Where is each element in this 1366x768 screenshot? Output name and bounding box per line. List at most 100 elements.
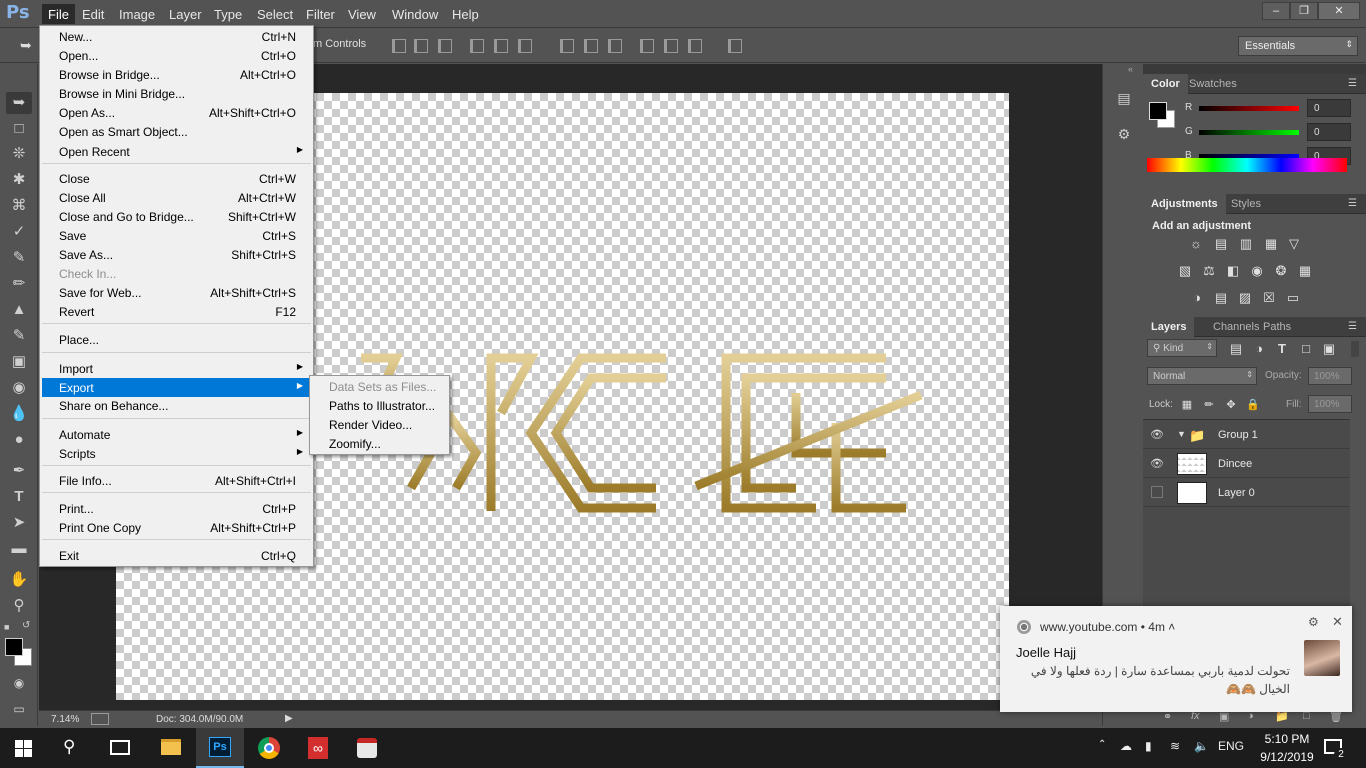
opacity-field[interactable]: 100% <box>1308 367 1352 385</box>
restore-button[interactable]: ❐ <box>1290 2 1318 20</box>
windows-start-icon[interactable] <box>15 740 33 758</box>
path-selection-tool-icon[interactable]: ➤ <box>6 512 32 534</box>
menu-view[interactable]: View <box>342 4 382 24</box>
task-view-icon[interactable] <box>110 740 130 755</box>
threshold-icon[interactable]: ▨ <box>1237 290 1253 306</box>
transform-controls-label[interactable]: m Controls <box>313 38 366 50</box>
menu-help[interactable]: Help <box>446 4 485 24</box>
filter-type-icon[interactable]: T <box>1274 341 1290 357</box>
zoom-tool-icon[interactable]: ⚲ <box>6 595 32 617</box>
distribute-bottom-icon[interactable] <box>608 39 622 53</box>
filter-shape-icon[interactable]: □ <box>1298 341 1314 357</box>
properties-panel-icon[interactable]: ⚙ <box>1115 126 1133 144</box>
layer-row[interactable]: 👁 ▼ 📁 Group 1 <box>1143 421 1350 449</box>
swap-colors-icon[interactable]: ↺ <box>22 620 30 631</box>
distribute-left-icon[interactable] <box>640 39 654 53</box>
distribute-vcenter-icon[interactable] <box>584 39 598 53</box>
visibility-toggle-empty[interactable] <box>1151 486 1163 498</box>
layer-row[interactable]: 👁 Dincee <box>1143 450 1350 478</box>
lock-position-icon[interactable]: ✥ <box>1223 397 1239 413</box>
search-icon[interactable]: ⚲ <box>63 737 75 757</box>
history-brush-tool-icon[interactable]: ✎ <box>6 325 32 347</box>
tab-swatches[interactable]: Swatches <box>1181 74 1245 94</box>
gradient-map-icon[interactable]: ▭ <box>1285 290 1301 306</box>
tab-paths[interactable]: Paths <box>1255 317 1299 337</box>
shape-tool-icon[interactable]: ▬ <box>6 538 32 560</box>
menu-image[interactable]: Image <box>113 4 161 24</box>
menu-item-new[interactable]: New... Ctrl+N <box>42 27 311 46</box>
color-balance-icon[interactable]: ⚖ <box>1201 263 1217 279</box>
chevron-up-icon[interactable]: ⌃ <box>1098 739 1106 750</box>
hue-saturation-icon[interactable]: ▧ <box>1177 263 1193 279</box>
fill-field[interactable]: 100% <box>1308 395 1352 413</box>
color-spectrum[interactable] <box>1147 158 1347 172</box>
gear-icon[interactable]: ⚙ <box>1308 615 1319 629</box>
lasso-tool-icon[interactable]: ❊ <box>6 143 32 165</box>
crop-tool-icon[interactable]: ⌘ <box>6 195 32 217</box>
menu-type[interactable]: Type <box>208 4 248 24</box>
menu-edit[interactable]: Edit <box>76 4 110 24</box>
menu-item-close-all[interactable]: Close All Alt+Ctrl+W <box>42 188 311 207</box>
red-slider[interactable]: R 0 <box>1185 99 1353 118</box>
fg-color-chip[interactable] <box>1149 102 1167 120</box>
menu-item-print[interactable]: Print... Ctrl+P <box>42 499 311 518</box>
chrome-notification[interactable]: www.youtube.com • 4m ˄ ⚙ ✕ Joelle Hajj ت… <box>1000 606 1352 712</box>
auto-align-icon[interactable] <box>728 39 742 53</box>
blur-tool-icon[interactable]: 💧 <box>6 403 32 425</box>
panel-menu-icon[interactable]: ☰ <box>1348 78 1360 89</box>
menu-item-browse-mini-bridge[interactable]: Browse in Mini Bridge... <box>42 84 311 103</box>
quick-mask-icon[interactable]: ◉ <box>6 672 32 694</box>
menu-item-print-one-copy[interactable]: Print One Copy Alt+Shift+Ctrl+P <box>42 518 311 537</box>
align-left-icon[interactable] <box>470 39 484 53</box>
align-right-icon[interactable] <box>518 39 532 53</box>
menu-item-export[interactable]: Export ▶ <box>42 378 311 397</box>
align-top-icon[interactable] <box>392 39 406 53</box>
visibility-eye-icon[interactable]: 👁 <box>1149 457 1165 471</box>
photoshop-app[interactable]: Ps <box>196 728 244 768</box>
lock-all-icon[interactable]: 🔒 <box>1245 397 1261 413</box>
menu-item-import[interactable]: Import ▶ <box>42 359 311 378</box>
filter-toggle[interactable] <box>1351 341 1359 357</box>
menu-item-save-as[interactable]: Save As... Shift+Ctrl+S <box>42 245 311 264</box>
filter-pixel-icon[interactable]: ▤ <box>1228 341 1244 357</box>
magic-wand-tool-icon[interactable]: ✱ <box>6 169 32 191</box>
menu-select[interactable]: Select <box>251 4 299 24</box>
menu-item-open-smart-object[interactable]: Open as Smart Object... <box>42 122 311 141</box>
menu-item-automate[interactable]: Automate ▶ <box>42 425 311 444</box>
submenu-item-zoomify[interactable]: Zoomify... <box>312 434 447 453</box>
red-value[interactable]: 0 <box>1307 99 1351 117</box>
menu-item-save-for-web[interactable]: Save for Web... Alt+Shift+Ctrl+S <box>42 283 311 302</box>
chrome-app[interactable] <box>245 728 293 768</box>
align-hcenter-icon[interactable] <box>494 39 508 53</box>
menu-file[interactable]: File <box>42 4 75 24</box>
layer-filter-select[interactable]: ⚲ Kind ⇕ <box>1147 339 1217 357</box>
color-lookup-icon[interactable]: ▦ <box>1297 263 1313 279</box>
file-explorer-app[interactable] <box>147 728 195 768</box>
menu-item-exit[interactable]: Exit Ctrl+Q <box>42 546 311 565</box>
menu-item-close-go-bridge[interactable]: Close and Go to Bridge... Shift+Ctrl+W <box>42 207 311 226</box>
align-vcenter-icon[interactable] <box>414 39 428 53</box>
status-menu-arrow-icon[interactable]: ▶ <box>285 713 293 724</box>
menu-layer[interactable]: Layer <box>163 4 208 24</box>
clock-time[interactable]: 5:10 PM <box>1262 732 1312 746</box>
language-indicator[interactable]: ENG <box>1218 739 1244 753</box>
red-track[interactable] <box>1199 106 1299 111</box>
battery-icon[interactable]: ▮ <box>1145 739 1152 753</box>
lock-transparent-icon[interactable]: ▦ <box>1179 397 1195 413</box>
menu-item-open[interactable]: Open... Ctrl+O <box>42 46 311 65</box>
menu-item-browse-bridge[interactable]: Browse in Bridge... Alt+Ctrl+O <box>42 65 311 84</box>
selective-color-icon[interactable]: ☒ <box>1261 290 1277 306</box>
expand-triangle-icon[interactable]: ▼ <box>1177 429 1186 439</box>
visibility-eye-icon[interactable]: 👁 <box>1149 428 1165 442</box>
minimize-button[interactable]: – <box>1262 2 1290 20</box>
collapse-dock-icon[interactable]: « <box>1128 64 1133 74</box>
black-white-icon[interactable]: ◧ <box>1225 263 1241 279</box>
healing-brush-tool-icon[interactable]: ✎ <box>6 247 32 269</box>
eyedropper-tool-icon[interactable]: ✓ <box>6 221 32 243</box>
exposure-icon[interactable]: ▦ <box>1263 236 1279 252</box>
paint-bucket-tool-icon[interactable]: ◉ <box>6 377 32 399</box>
brightness-icon[interactable]: ☼ <box>1188 236 1204 252</box>
green-track[interactable] <box>1199 130 1299 135</box>
pen-tool-icon[interactable]: ✒ <box>6 460 32 482</box>
invert-icon[interactable]: ◑ <box>1189 290 1205 306</box>
